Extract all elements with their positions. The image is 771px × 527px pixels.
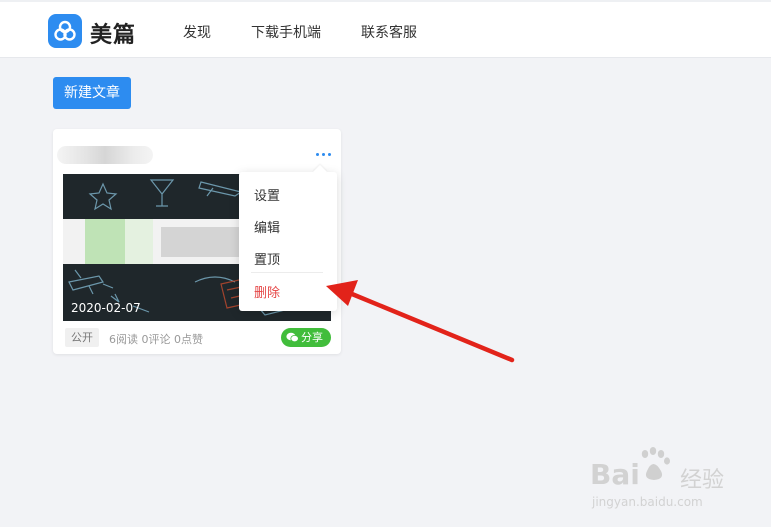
cover-date: 2020-02-07 [71, 301, 141, 315]
blurred-cover-text-green [85, 219, 125, 264]
menu-item-delete[interactable]: 删除 [254, 282, 280, 301]
menu-divider [251, 272, 323, 273]
visibility-tag: 公开 [65, 328, 99, 347]
share-label: 分享 [301, 331, 323, 344]
menu-item-edit[interactable]: 编辑 [254, 217, 280, 236]
nav-download-app[interactable]: 下载手机端 [251, 22, 321, 42]
nav-contact-support[interactable]: 联系客服 [361, 22, 417, 42]
baidu-jingyan-watermark: Bai 经验 jingyan.baidu.com [588, 445, 748, 515]
blurred-cover-text-grey [161, 227, 241, 257]
meipian-logo-icon[interactable] [48, 14, 82, 48]
nav-discover[interactable]: 发现 [183, 22, 211, 42]
watermark-brand-suffix: 经验 [680, 468, 725, 493]
wechat-icon [286, 332, 299, 343]
menu-item-settings[interactable]: 设置 [254, 185, 280, 204]
article-stats: 6阅读 0评论 0点赞 [109, 333, 203, 346]
logo-text[interactable]: 美篇 [90, 17, 136, 49]
blurred-title [57, 146, 153, 164]
top-rule [0, 0, 771, 2]
share-button[interactable]: 分享 [281, 328, 331, 347]
more-options-menu: 设置 编辑 置顶 删除 [239, 164, 337, 311]
menu-item-pin[interactable]: 置顶 [254, 249, 280, 268]
blurred-cover-text-green-light [125, 219, 153, 264]
top-bar: 美篇 发现 下载手机端 联系客服 [0, 0, 771, 58]
more-options-icon[interactable] [315, 145, 333, 161]
watermark-brand: Bai [590, 458, 640, 491]
watermark-url: jingyan.baidu.com [592, 495, 703, 509]
new-article-button[interactable]: 新建文章 [53, 77, 131, 109]
